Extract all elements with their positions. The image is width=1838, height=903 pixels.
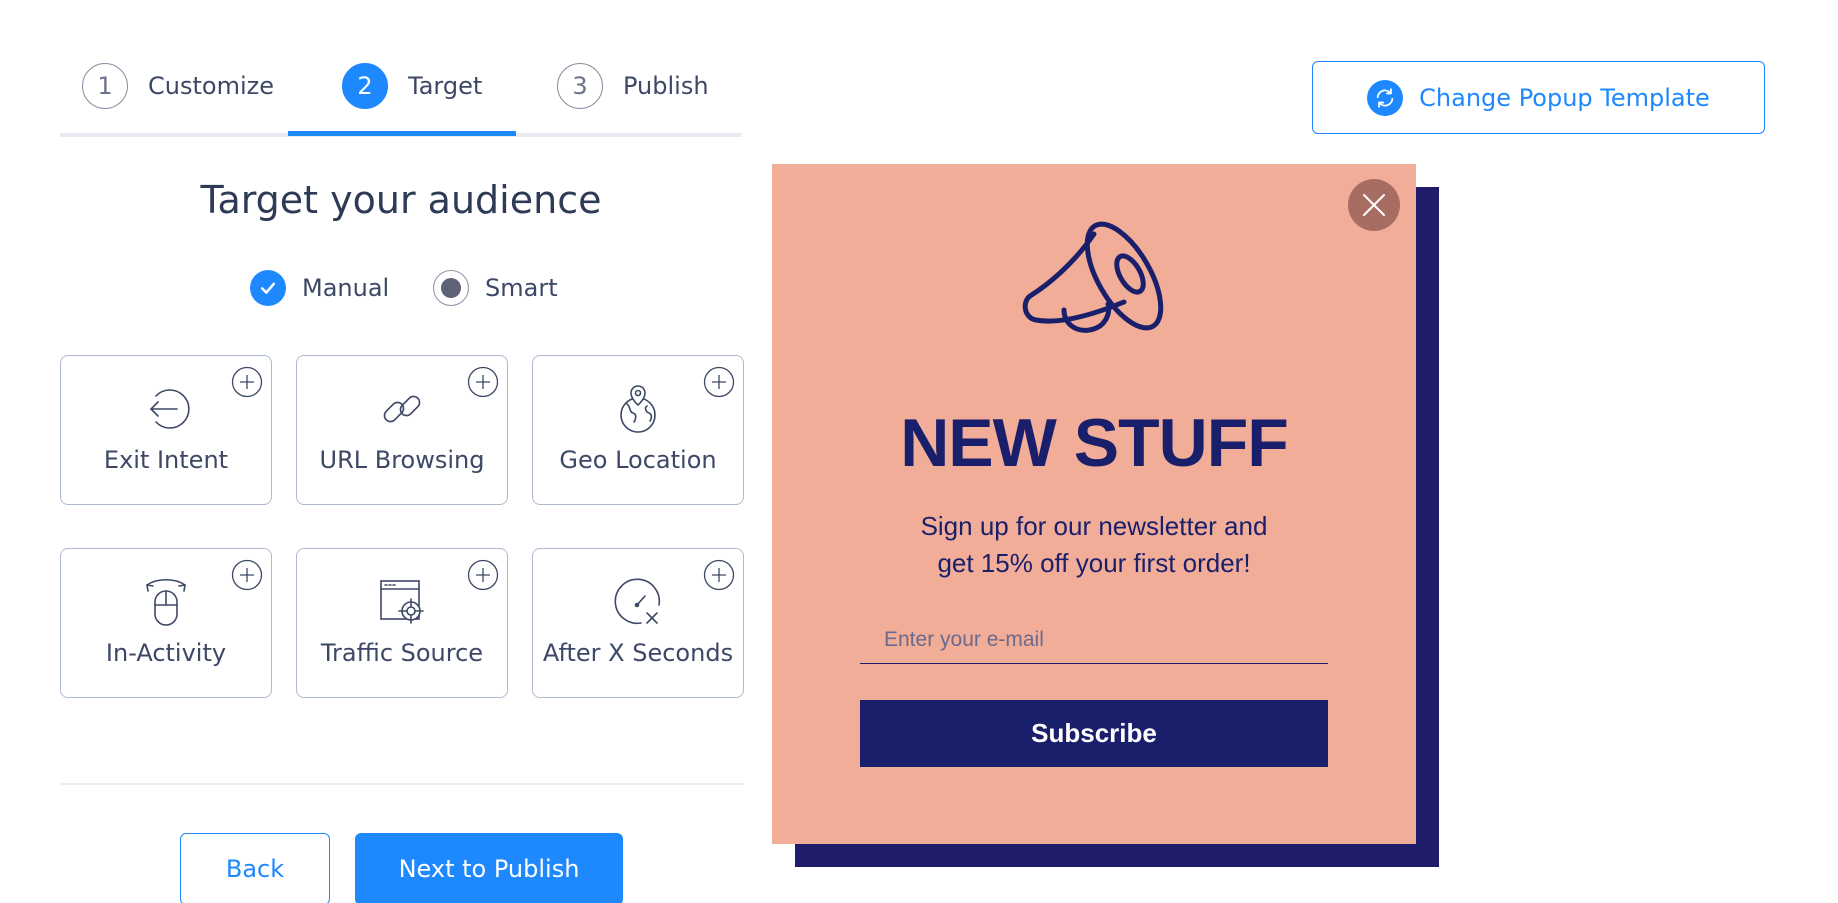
- step-label: Publish: [623, 72, 709, 100]
- popup-preview: NEW STUFF Sign up for our newsletter and…: [772, 164, 1416, 844]
- change-template-label: Change Popup Template: [1419, 83, 1710, 112]
- trigger-card-in-activity[interactable]: In-Activity: [60, 548, 272, 698]
- trigger-card-traffic-source[interactable]: Traffic Source: [296, 548, 508, 698]
- subscribe-button[interactable]: Subscribe: [860, 700, 1328, 767]
- step-number: 1: [82, 63, 128, 109]
- mode-manual-label: Manual: [302, 274, 390, 302]
- popup-subtitle: Sign up for our newsletter and get 15% o…: [872, 508, 1316, 582]
- add-icon[interactable]: [703, 366, 735, 398]
- mode-smart-label: Smart: [485, 274, 558, 302]
- check-icon: [250, 270, 286, 306]
- link-icon: [383, 395, 421, 423]
- trigger-label: Exit Intent: [103, 446, 229, 474]
- steps-active-indicator: [288, 131, 516, 136]
- add-icon[interactable]: [467, 559, 499, 591]
- add-icon[interactable]: [231, 366, 263, 398]
- megaphone-icon: [1022, 221, 1164, 333]
- exit-intent-icon: [149, 389, 190, 429]
- step-publish[interactable]: 3 Publish: [557, 63, 709, 109]
- popup-subtitle-line: get 15% off your first order!: [937, 548, 1251, 578]
- back-button[interactable]: Back: [180, 833, 330, 903]
- trigger-card-after-x-seconds[interactable]: After X Seconds: [532, 548, 744, 698]
- step-number: 2: [342, 63, 388, 109]
- trigger-label: URL Browsing: [319, 446, 485, 474]
- mode-manual-option[interactable]: Manual: [250, 270, 389, 306]
- mode-smart-option[interactable]: Smart: [433, 270, 558, 306]
- step-label: Customize: [148, 72, 274, 100]
- divider: [60, 783, 744, 785]
- trigger-label: In-Activity: [105, 639, 227, 667]
- step-customize[interactable]: 1 Customize: [82, 63, 274, 109]
- email-field[interactable]: [860, 616, 1328, 664]
- popup-title: NEW STUFF: [900, 405, 1289, 481]
- add-icon[interactable]: [231, 559, 263, 591]
- change-popup-template-button[interactable]: Change Popup Template: [1312, 61, 1765, 134]
- step-number: 3: [557, 63, 603, 109]
- target-browser-icon: [380, 580, 424, 624]
- trigger-label: Geo Location: [559, 446, 717, 474]
- mouse-icon: [146, 578, 186, 626]
- add-icon[interactable]: [703, 559, 735, 591]
- trigger-card-url-browsing[interactable]: URL Browsing: [296, 355, 508, 505]
- trigger-card-exit-intent[interactable]: Exit Intent: [60, 355, 272, 505]
- close-icon[interactable]: [1348, 179, 1400, 231]
- clock-icon: [614, 578, 661, 625]
- step-label: Target: [408, 72, 483, 100]
- trigger-card-geo-location[interactable]: Geo Location: [532, 355, 744, 505]
- refresh-icon: [1367, 79, 1404, 116]
- step-target[interactable]: 2 Target: [342, 63, 482, 109]
- trigger-label: Traffic Source: [320, 639, 484, 667]
- popup-subtitle-line: Sign up for our newsletter and: [920, 511, 1268, 541]
- radio-icon: [433, 270, 469, 306]
- wizard-steps: 1 Customize 2 Target 3 Publish: [60, 55, 742, 139]
- next-to-publish-button[interactable]: Next to Publish: [355, 833, 623, 903]
- page-title: Target your audience: [200, 178, 602, 222]
- globe-pin-icon: [620, 385, 656, 433]
- add-icon[interactable]: [467, 366, 499, 398]
- trigger-label: After X Seconds: [542, 639, 734, 667]
